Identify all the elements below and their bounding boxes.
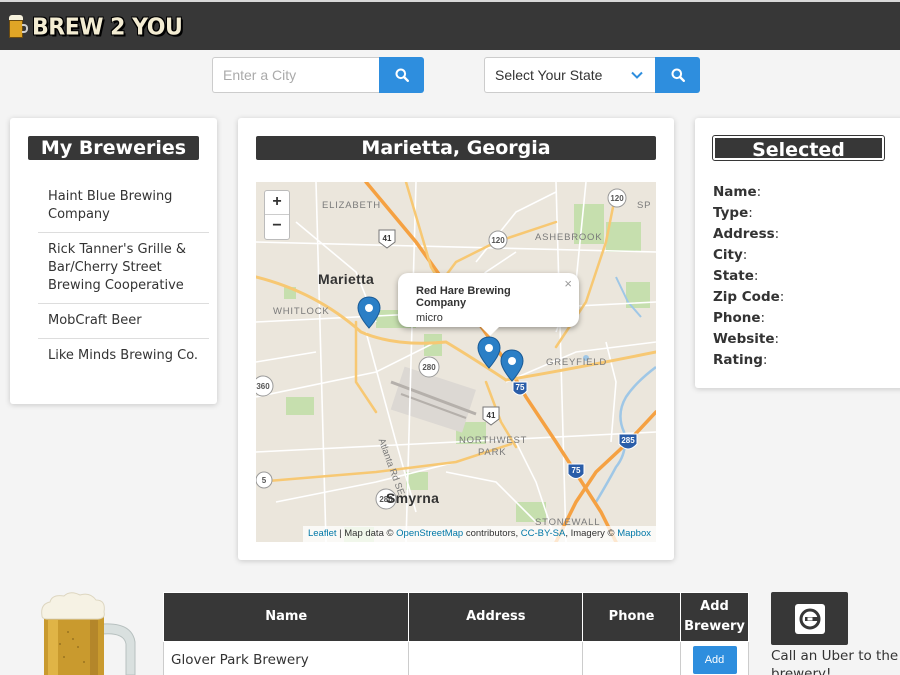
col-header-phone: Phone [582, 592, 681, 642]
table-row: Glover Park Brewery Add [162, 641, 749, 675]
field-city-label: City: [713, 247, 748, 263]
col-header-address: Address [408, 592, 584, 642]
beer-mug-illustration [41, 592, 136, 675]
popup-brewery-name: Red Hare Brewing Company [416, 285, 511, 309]
map-label-park: PARK [478, 447, 507, 458]
route-360-shield: 360 [256, 382, 270, 391]
selected-brewery-title: Selected Brewery [712, 135, 885, 185]
beer-mug-icon [8, 15, 28, 39]
state-search-group: Select Your State [484, 57, 700, 93]
logo-text: BREW 2 YOU [32, 13, 183, 41]
search-results-table: Name Address Phone Add Brewery Glover Pa… [162, 592, 749, 675]
brewery-list-item[interactable]: Rick Tanner's Grille & Bar/Cherry Street… [38, 233, 209, 304]
route-120-shield: 120 [491, 236, 505, 245]
popup-close-icon[interactable]: × [564, 276, 572, 291]
search-icon [671, 68, 685, 82]
i-75-shield: 75 [572, 466, 581, 475]
field-phone-label: Phone: [713, 310, 766, 326]
city-search-button[interactable] [379, 57, 424, 93]
map-label-northwest: NORTHWEST [459, 435, 528, 446]
route-120-shield: 120 [610, 194, 624, 203]
field-state-label: State: [713, 268, 759, 284]
uber-call-text: Call an Uber to the brewery! [771, 648, 899, 675]
row-phone [582, 641, 681, 675]
selected-brewery-card: Selected Brewery Name: Type: Address: Ci… [695, 118, 900, 388]
mapbox-link[interactable]: Mapbox [617, 528, 651, 539]
brewery-map[interactable]: 120 120 41 41 280 280 360 5 285 75 75 EL… [256, 182, 656, 542]
brewery-list-item[interactable]: Like Minds Brewing Co. [38, 339, 209, 373]
state-search-button[interactable] [655, 57, 700, 93]
i-75-shield: 75 [516, 383, 525, 392]
map-popup: × Red Hare Brewing Company micro [398, 273, 579, 336]
row-name: Glover Park Brewery [162, 641, 410, 675]
search-icon [395, 68, 409, 82]
map-attribution: Leaflet | Map data © OpenStreetMap contr… [302, 526, 656, 542]
top-navbar: BREW 2 YOU [0, 0, 900, 50]
route-5-shield: 5 [262, 476, 267, 485]
row-add-cell: Add [680, 641, 749, 675]
i-285-shield: 285 [621, 436, 635, 445]
map-card: Marietta, Georgia 120 120 41 41 280 280 … [238, 118, 674, 560]
zoom-in-button[interactable]: + [265, 191, 289, 215]
field-website-label: Website: [713, 331, 780, 347]
selected-brewery-fields: Name: Type: Address: City: State: Zip Co… [713, 182, 784, 371]
state-select[interactable]: Select Your State [484, 57, 655, 93]
us-41-shield: 41 [487, 411, 496, 420]
cc-by-sa-link[interactable]: CC-BY-SA [521, 528, 566, 539]
zoom-out-button[interactable]: − [265, 215, 289, 239]
map-city-title: Marietta, Georgia [256, 136, 656, 160]
map-zoom-control: + − [264, 190, 290, 240]
my-breweries-list: Haint Blue Brewing Company Rick Tanner's… [38, 182, 209, 373]
chevron-down-icon [631, 71, 643, 79]
leaflet-link[interactable]: Leaflet [308, 528, 337, 539]
map-label-whitlock: WHITLOCK [273, 306, 330, 317]
col-header-name: Name [162, 592, 410, 642]
field-type-label: Type: [713, 205, 753, 221]
uber-icon [794, 603, 825, 634]
map-label-ashebrook: ASHEBROOK [535, 232, 603, 243]
city-search-group [212, 57, 424, 93]
map-label-greyfield: GREYFIELD [546, 357, 608, 368]
state-select-value: Select Your State [495, 67, 603, 83]
brewery-list-item[interactable]: MobCraft Beer [38, 304, 209, 339]
city-search-input[interactable] [212, 57, 379, 93]
add-brewery-button[interactable]: Add [692, 645, 737, 674]
map-label-marietta: Marietta [318, 271, 375, 287]
my-breweries-card: My Breweries Haint Blue Brewing Company … [10, 118, 217, 404]
col-header-add-brewery: Add Brewery [680, 592, 749, 642]
field-address-label: Address: [713, 226, 780, 242]
field-zip-label: Zip Code: [713, 289, 785, 305]
field-rating-label: Rating: [713, 352, 768, 368]
us-41-shield: 41 [383, 234, 392, 243]
map-label-elizabeth: ELIZABETH [322, 200, 381, 211]
map-label-sp: SP [637, 200, 652, 211]
osm-link[interactable]: OpenStreetMap [396, 528, 463, 539]
route-280-shield: 280 [422, 363, 436, 372]
my-breweries-title: My Breweries [28, 136, 199, 160]
row-address [408, 641, 584, 675]
uber-button[interactable] [771, 592, 848, 645]
field-name-label: Name: [713, 184, 762, 200]
brew-2-you-logo[interactable]: BREW 2 YOU [8, 12, 183, 42]
popup-brewery-type: micro [416, 312, 443, 324]
brewery-list-item[interactable]: Haint Blue Brewing Company [38, 182, 209, 233]
